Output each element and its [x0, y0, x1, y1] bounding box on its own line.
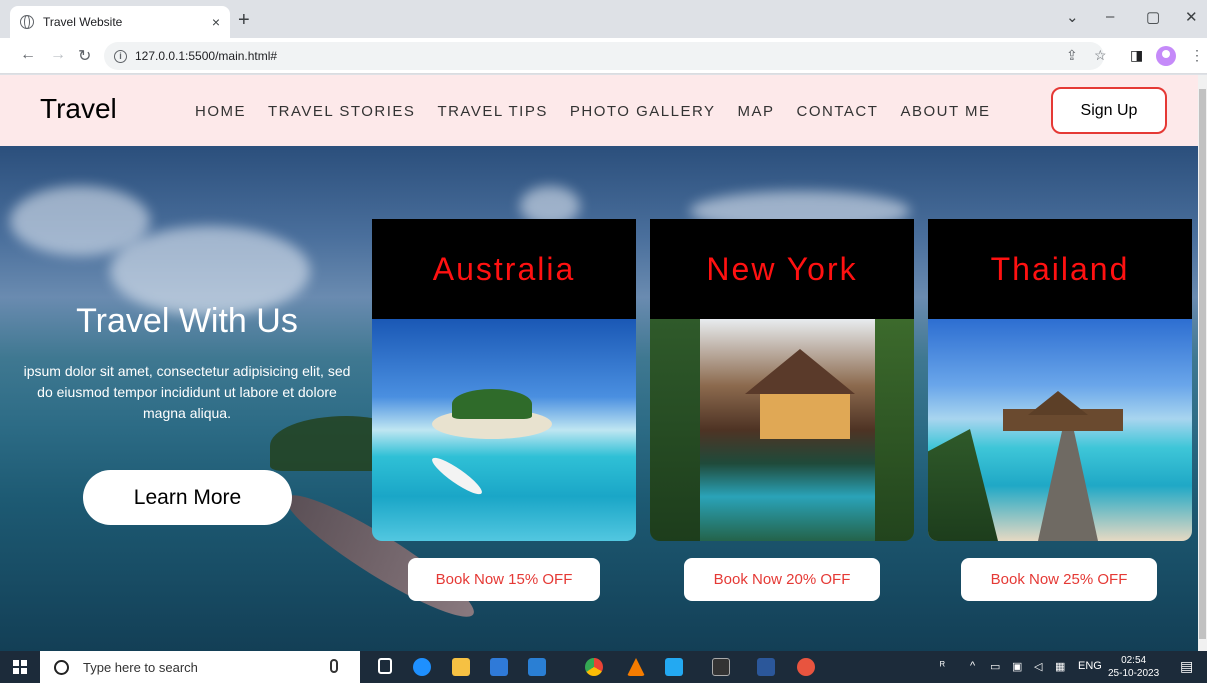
- battery-icon[interactable]: ▭: [990, 660, 1000, 673]
- site-logo[interactable]: Travel: [40, 93, 117, 125]
- people-icon[interactable]: ᴿ: [940, 660, 945, 672]
- nav-photo-gallery[interactable]: PHOTO GALLERY: [570, 103, 716, 120]
- reload-icon[interactable]: ↻: [78, 46, 91, 66]
- nav-travel-stories[interactable]: TRAVEL STORIES: [268, 103, 415, 120]
- cortana-icon: [54, 659, 69, 675]
- card-title: Thailand: [928, 219, 1192, 319]
- close-window-button[interactable]: ✕: [1185, 8, 1198, 26]
- vlc-icon[interactable]: [627, 658, 645, 676]
- destination-card-thailand[interactable]: Thailand: [928, 219, 1192, 541]
- nav-about-me[interactable]: ABOUT ME: [900, 103, 990, 120]
- nav-home[interactable]: HOME: [195, 103, 246, 120]
- nav-contact[interactable]: CONTACT: [797, 103, 879, 120]
- forward-arrow-icon[interactable]: →: [50, 46, 66, 64]
- taskbar-search-placeholder: Type here to search: [83, 659, 198, 675]
- hero-description: ipsum dolor sit amet, consectetur adipis…: [23, 363, 351, 421]
- word-icon[interactable]: [757, 658, 775, 676]
- thailand-image: [928, 319, 1192, 541]
- volume-icon[interactable]: ◁: [1034, 660, 1042, 673]
- address-bar-row: ← → ↻ i 127.0.0.1:5500/main.html# ⇪ ☆ ◨ …: [0, 38, 1207, 74]
- card-title: Australia: [372, 219, 636, 319]
- tab-title: Travel Website: [43, 15, 123, 29]
- minimize-button[interactable]: –: [1106, 8, 1114, 25]
- page-viewport: Travel HOME TRAVEL STORIES TRAVEL TIPS P…: [0, 75, 1198, 651]
- card-title: New York: [650, 219, 914, 319]
- edge-icon[interactable]: [413, 658, 431, 676]
- tray-chevron-icon[interactable]: ^: [970, 660, 975, 672]
- book-now-australia-button[interactable]: Book Now 15% OFF: [408, 558, 600, 601]
- url-bar[interactable]: i 127.0.0.1:5500/main.html#: [104, 42, 1104, 70]
- new-tab-button[interactable]: +: [238, 9, 250, 32]
- nav-menu: HOME TRAVEL STORIES TRAVEL TIPS PHOTO GA…: [195, 103, 1013, 120]
- back-arrow-icon[interactable]: ←: [20, 46, 36, 64]
- destination-card-australia[interactable]: Australia: [372, 219, 636, 541]
- microphone-icon[interactable]: [330, 659, 338, 673]
- hero-text: Travel With Us ipsum dolor sit amet, con…: [14, 302, 360, 424]
- network-icon[interactable]: ▣: [1012, 660, 1022, 673]
- browser-tab[interactable]: Travel Website ×: [10, 6, 230, 38]
- nav-map[interactable]: MAP: [738, 103, 775, 120]
- notification-icon[interactable]: ▤: [1180, 658, 1193, 675]
- task-view-icon[interactable]: [378, 658, 392, 674]
- side-panel-icon[interactable]: ◨: [1130, 47, 1143, 64]
- australia-image: [372, 319, 636, 541]
- mail-icon[interactable]: [528, 658, 546, 676]
- page-scrollbar[interactable]: [1198, 75, 1207, 651]
- nav-travel-tips[interactable]: TRAVEL TIPS: [437, 103, 547, 120]
- terminal-icon[interactable]: [712, 658, 730, 676]
- clock-time: 02:54: [1121, 655, 1147, 666]
- hero-title: Travel With Us: [76, 302, 298, 340]
- clock-date: 25-10-2023: [1108, 668, 1160, 679]
- tab-search-icon[interactable]: ⌄: [1066, 8, 1079, 26]
- taskbar-clock[interactable]: 02:54 25-10-2023: [1108, 654, 1159, 680]
- windows-taskbar: Type here to search ᴿ ^ ▭ ▣ ◁ ▦ ENG 02:5…: [0, 651, 1207, 683]
- info-icon[interactable]: i: [114, 49, 127, 63]
- book-now-new-york-button[interactable]: Book Now 20% OFF: [684, 558, 880, 601]
- book-now-thailand-button[interactable]: Book Now 25% OFF: [961, 558, 1157, 601]
- scrollbar-thumb[interactable]: [1199, 89, 1206, 639]
- bookmark-star-icon[interactable]: ☆: [1094, 47, 1107, 64]
- store-icon[interactable]: [490, 658, 508, 676]
- site-navbar: Travel HOME TRAVEL STORIES TRAVEL TIPS P…: [0, 75, 1198, 146]
- destination-card-new-york[interactable]: New York: [650, 219, 914, 541]
- learn-more-button[interactable]: Learn More: [83, 470, 292, 525]
- sign-up-button[interactable]: Sign Up: [1051, 87, 1167, 134]
- hero-section: Travel With Us ipsum dolor sit amet, con…: [0, 146, 1198, 651]
- language-indicator[interactable]: ENG: [1078, 660, 1102, 672]
- vscode-icon[interactable]: [665, 658, 683, 676]
- tab-close-icon[interactable]: ×: [212, 14, 220, 30]
- keyboard-icon[interactable]: ▦: [1055, 660, 1065, 673]
- chrome-profile-icon[interactable]: [797, 658, 815, 676]
- browser-tab-bar: Travel Website × + ⌄ – ▢ ✕: [0, 0, 1207, 38]
- url-text: 127.0.0.1:5500/main.html#: [135, 49, 278, 63]
- new-york-image: [650, 319, 914, 541]
- profile-avatar[interactable]: [1156, 46, 1176, 66]
- menu-kebab-icon[interactable]: ⋮: [1190, 47, 1204, 64]
- restore-button[interactable]: ▢: [1146, 8, 1160, 26]
- file-explorer-icon[interactable]: [452, 658, 470, 676]
- globe-icon: [20, 15, 34, 29]
- share-icon[interactable]: ⇪: [1066, 47, 1078, 64]
- chrome-icon[interactable]: [585, 658, 603, 676]
- taskbar-search-box[interactable]: Type here to search: [40, 651, 360, 683]
- windows-start-icon[interactable]: [13, 660, 27, 674]
